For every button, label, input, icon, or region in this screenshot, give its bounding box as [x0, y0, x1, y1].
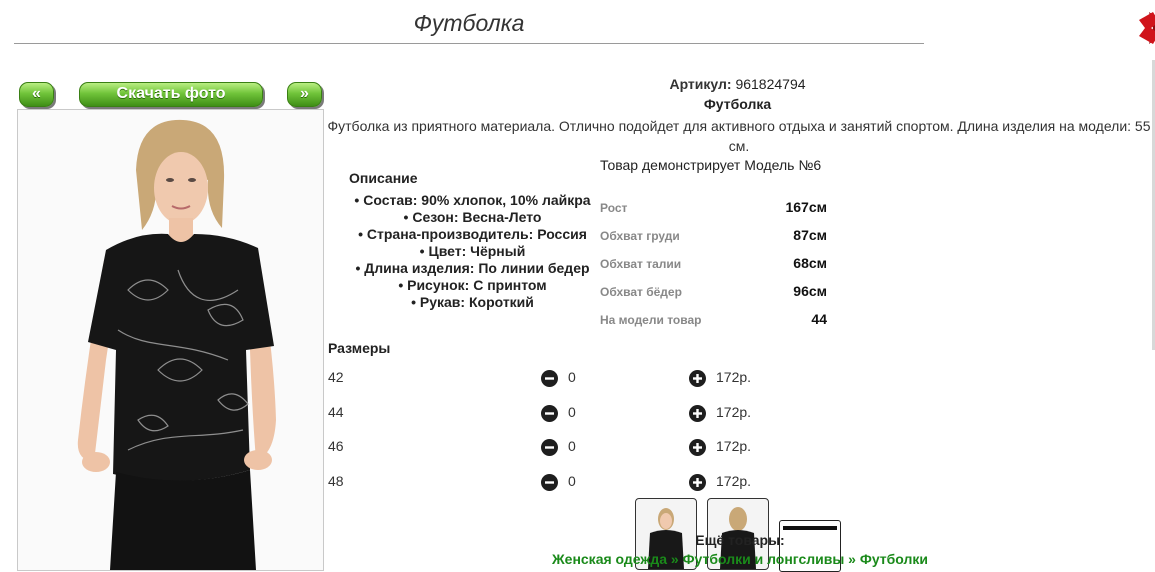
prev-photo-button[interactable]: « — [19, 82, 54, 107]
size-value: 46 — [328, 438, 344, 454]
property-item: • Сезон: Весна-Лето — [403, 209, 542, 225]
property-text: Страна-производитель: Россия — [366, 226, 587, 242]
sizes-heading: Размеры — [328, 340, 391, 356]
measurement-label: Обхват груди — [600, 229, 680, 243]
property-item: • Рисунок: С принтом — [398, 277, 547, 293]
quantity-value: 0 — [568, 473, 576, 489]
size-value: 42 — [328, 369, 344, 385]
product-photo-image — [18, 110, 323, 570]
model-measurements: Рост 167см Обхват груди 87см Обхват талии 6… — [600, 199, 827, 339]
property-item: • Состав: 90% хлопок, 10% лайкра — [354, 192, 591, 208]
article-label: Артикул: — [669, 76, 732, 92]
property-item: • Цвет: Чёрный — [419, 243, 526, 259]
price-value: 172р. — [716, 438, 752, 454]
size-value: 44 — [328, 404, 344, 420]
measurement-value: 44 — [811, 311, 827, 327]
property-text: Длина изделия: По линии бедер — [364, 260, 590, 276]
property-text: Цвет: Чёрный — [428, 243, 526, 259]
measurement-row: Обхват талии 68см — [600, 255, 827, 283]
measurement-label: Рост — [600, 201, 628, 215]
breadcrumb-link-tshirts-longsleeves[interactable]: Футболки и лонгсливы — [683, 551, 845, 567]
measurement-label: Обхват бёдер — [600, 285, 682, 299]
plus-circle-icon[interactable] — [689, 405, 706, 422]
product-name: Футболка — [703, 96, 772, 112]
minus-circle-icon[interactable] — [541, 370, 558, 387]
size-row: 46 0 172р. — [328, 438, 768, 458]
minus-circle-icon[interactable] — [541, 405, 558, 422]
plus-circle-icon[interactable] — [689, 370, 706, 387]
page-title: Футболка — [14, 10, 924, 44]
breadcrumb: Женская одежда » Футболки и лонгсливы » … — [325, 551, 1155, 567]
property-text: Рисунок: С принтом — [407, 277, 547, 293]
more-products-label: Ещё товары: — [695, 532, 785, 548]
next-photo-button[interactable]: » — [287, 82, 322, 107]
model-caption: Товар демонстрирует Модель №6 — [600, 157, 822, 173]
close-icon[interactable] — [1139, 12, 1155, 44]
plus-circle-icon[interactable] — [689, 474, 706, 491]
price-value: 172р. — [716, 369, 752, 385]
breadcrumb-link-tshirts[interactable]: Футболки — [860, 551, 928, 567]
property-item: • Длина изделия: По линии бедер — [355, 260, 590, 276]
size-row: 44 0 172р. — [328, 404, 768, 424]
product-photo[interactable] — [17, 109, 324, 571]
measurement-value: 167см — [785, 199, 827, 215]
property-item: • Страна-производитель: Россия — [358, 226, 587, 242]
measurement-label: На модели товар — [600, 313, 702, 327]
measurement-row: Обхват бёдер 96см — [600, 283, 827, 311]
properties-list: • Состав: 90% хлопок, 10% лайкра • Сезон… — [345, 192, 600, 311]
product-description: Футболка из приятного материала. Отлично… — [327, 118, 1151, 154]
minus-circle-icon[interactable] — [541, 439, 558, 456]
measurement-value: 87см — [793, 227, 827, 243]
description-heading: Описание — [349, 170, 418, 186]
breadcrumb-separator: » — [667, 551, 683, 567]
quantity-value: 0 — [568, 404, 576, 420]
property-text: Состав: 90% хлопок, 10% лайкра — [363, 192, 591, 208]
article-line: Артикул: 961824794 — [325, 76, 1150, 92]
measurement-row: Обхват груди 87см — [600, 227, 827, 255]
download-photo-button[interactable]: Скачать фото — [79, 82, 263, 107]
breadcrumb-link-womens-clothing[interactable]: Женская одежда — [552, 551, 667, 567]
minus-circle-icon[interactable] — [541, 474, 558, 491]
property-text: Рукав: Короткий — [419, 294, 534, 310]
quantity-value: 0 — [568, 369, 576, 385]
measurement-value: 68см — [793, 255, 827, 271]
property-item: • Рукав: Короткий — [411, 294, 534, 310]
measurement-label: Обхват талии — [600, 257, 682, 271]
size-row: 48 0 172р. — [328, 473, 768, 493]
size-value: 48 — [328, 473, 344, 489]
article-value: 961824794 — [735, 76, 806, 92]
breadcrumb-separator: » — [844, 551, 860, 567]
measurement-value: 96см — [793, 283, 827, 299]
price-value: 172р. — [716, 404, 752, 420]
price-value: 172р. — [716, 473, 752, 489]
quantity-value: 0 — [568, 438, 576, 454]
size-row: 42 0 172р. — [328, 369, 768, 389]
measurement-row: На модели товар 44 — [600, 311, 827, 339]
measurement-row: Рост 167см — [600, 199, 827, 227]
property-text: Сезон: Весна-Лето — [412, 209, 542, 225]
plus-circle-icon[interactable] — [689, 439, 706, 456]
